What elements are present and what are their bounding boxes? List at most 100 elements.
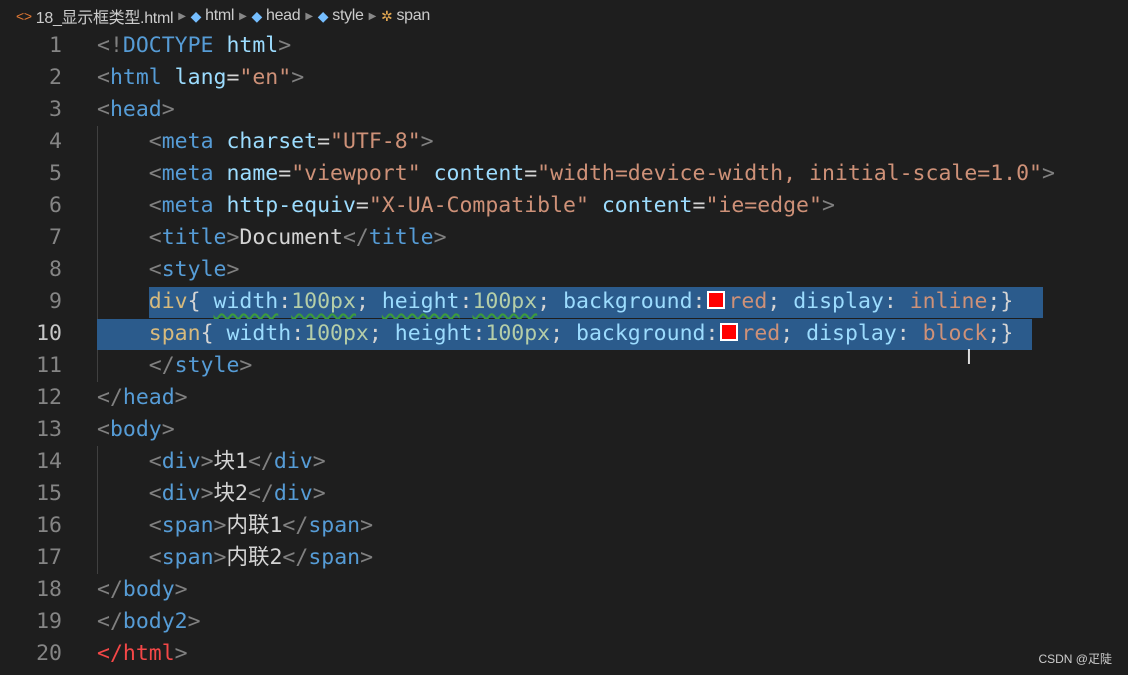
code-token: < [97, 97, 110, 122]
code-text: </body2> [97, 606, 201, 638]
code-token: : [459, 289, 473, 314]
code-token: > [174, 641, 188, 666]
code-token: span [308, 545, 361, 570]
code-line[interactable]: 4 <meta charset="UTF-8"> [0, 126, 1128, 158]
code-token: body [109, 417, 162, 442]
code-line[interactable]: 2 <html lang="en"> [0, 62, 1128, 94]
code-line[interactable]: 11 </style> [0, 350, 1128, 382]
code-line[interactable]: 8 <style> [0, 254, 1128, 286]
code-text: <span>内联2</span> [97, 542, 373, 574]
code-token: : [278, 289, 292, 314]
code-token: 100px [291, 289, 356, 314]
code-token: span [148, 321, 201, 346]
code-token: 块2 [213, 481, 248, 506]
watermark: CSDN @疋陡 [1038, 652, 1112, 666]
line-number: 7 [49, 225, 62, 250]
code-token: div [161, 481, 201, 506]
code-line[interactable]: 10 span{ width:100px; height:100px; back… [0, 318, 1128, 350]
code-line[interactable]: 15 <div>块2</div> [0, 478, 1128, 510]
code-token: ; [537, 289, 564, 314]
code-token: content [588, 193, 693, 218]
code-token: < [97, 129, 162, 154]
code-text: <style> [97, 254, 240, 286]
code-token: > [239, 353, 253, 378]
chevron-right-icon: ▶ [368, 10, 377, 22]
code-line[interactable]: 19 </body2> [0, 606, 1128, 638]
code-line[interactable]: 5 <meta name="viewport" content="width=d… [0, 158, 1128, 190]
code-line[interactable]: 3 <head> [0, 94, 1128, 126]
code-token: </ [282, 513, 309, 538]
code-token: 块1 [213, 449, 248, 474]
element-cube-icon: ◆ [251, 7, 263, 24]
code-token: > [174, 385, 188, 410]
code-token: > [1042, 161, 1055, 186]
code-line[interactable]: 14 <div>块1</div> [0, 446, 1128, 478]
line-number: 2 [49, 65, 62, 90]
line-number: 17 [36, 545, 62, 570]
code-text: <meta charset="UTF-8"> [97, 126, 434, 158]
code-token: <! [97, 33, 123, 58]
code-editor[interactable]: 1 <!DOCTYPE html> 2 <html lang="en"> 3 <head>… [0, 30, 1128, 670]
code-token: display [806, 321, 897, 346]
code-token: ; [355, 289, 382, 314]
code-token: head [122, 385, 175, 410]
breadcrumb-label: head [265, 7, 301, 24]
code-token: </ [97, 353, 175, 378]
code-token: div [273, 449, 313, 474]
code-line[interactable]: 13 <body> [0, 414, 1128, 446]
code-token: < [97, 225, 162, 250]
code-text: </body> [97, 574, 188, 606]
code-token: red [728, 289, 768, 314]
code-line[interactable]: 16 <span>内联1</span> [0, 510, 1128, 542]
breadcrumb-item[interactable]: ✲ span [381, 7, 430, 25]
code-text: <title>Document</title> [97, 222, 447, 254]
code-token: > [213, 545, 227, 570]
breadcrumb-item[interactable]: ◆ html [191, 7, 235, 25]
code-token: > [226, 225, 240, 250]
code-token: < [97, 65, 110, 90]
code-token: http-equiv [213, 193, 356, 218]
color-swatch[interactable] [720, 323, 739, 341]
line-number: 19 [36, 609, 62, 634]
line-number: 14 [36, 449, 62, 474]
color-swatch[interactable] [707, 291, 726, 309]
code-token: = [524, 161, 538, 186]
code-line[interactable]: 17 <span>内联2</span> [0, 542, 1128, 574]
code-token: < [97, 193, 162, 218]
code-token: ; [780, 321, 807, 346]
chevron-right-icon: ▶ [178, 10, 186, 22]
code-token: </ [282, 545, 309, 570]
breadcrumb-item[interactable]: ◆ head [252, 7, 301, 25]
code-line[interactable]: 1 <!DOCTYPE html> [0, 30, 1128, 62]
line-number: 10 [36, 321, 62, 346]
code-token: div [148, 289, 188, 314]
code-text: div{ width:100px; height:100px; backgrou… [97, 286, 1014, 318]
breadcrumb-item[interactable]: <> 18_显示框类型.html [16, 4, 174, 28]
code-token: > [161, 97, 175, 122]
code-token: html [109, 65, 162, 90]
code-token: </ [97, 577, 123, 602]
code-token: < [97, 257, 162, 282]
code-line[interactable]: 9 div{ width:100px; height:100px; backgr… [0, 286, 1128, 318]
code-token: < [97, 545, 162, 570]
code-line[interactable]: 7 <title>Document</title> [0, 222, 1128, 254]
code-token: < [97, 513, 162, 538]
breadcrumb-item[interactable]: ◆ style [318, 7, 364, 25]
code-token: ;} [987, 289, 1014, 314]
code-text: <div>块1</div> [97, 446, 326, 478]
code-line[interactable]: 18 </body> [0, 574, 1128, 606]
code-token: > [291, 65, 305, 90]
chevron-right-icon: ▶ [239, 10, 247, 22]
code-token: width [213, 289, 279, 314]
code-line[interactable]: 20 </html> [0, 638, 1128, 670]
code-token: > [174, 577, 188, 602]
line-number: 11 [36, 353, 62, 378]
code-line[interactable]: 12 </head> [0, 382, 1128, 414]
code-token: style [174, 353, 240, 378]
code-line[interactable]: 6 <meta http-equiv="X-UA-Compatible" con… [0, 190, 1128, 222]
code-token: display [793, 289, 884, 314]
code-token: inline [909, 289, 988, 314]
code-token: { [187, 289, 214, 314]
code-token: Document [239, 225, 343, 250]
